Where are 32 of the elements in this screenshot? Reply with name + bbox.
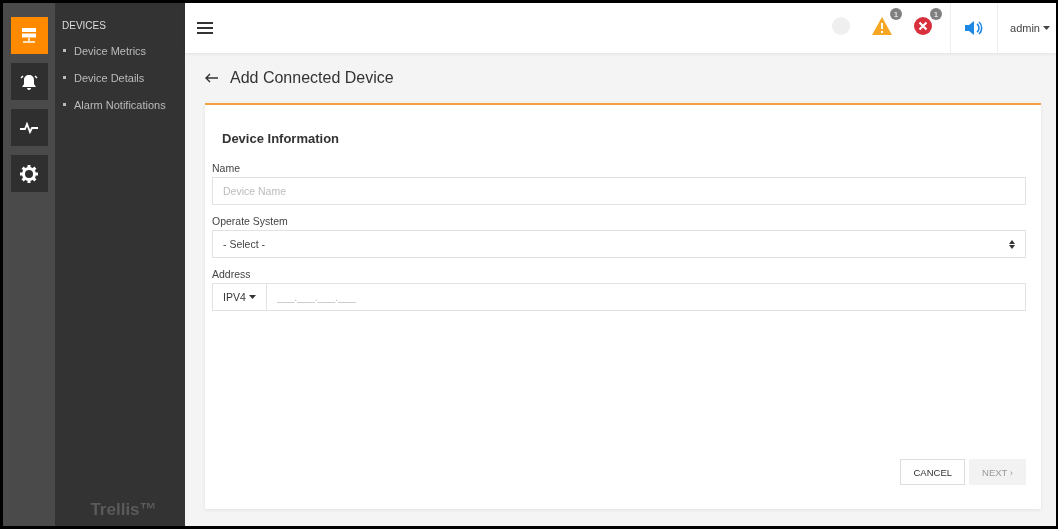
field-label: Operate System [212, 215, 289, 227]
user-menu[interactable]: admin [998, 22, 1056, 34]
nav-rail-button[interactable] [10, 17, 48, 54]
back-arrow-icon[interactable] [205, 73, 218, 83]
count-badge: 1 [930, 8, 943, 20]
sidebar-item[interactable]: Device Details [62, 72, 185, 84]
speaker-icon[interactable] [965, 20, 984, 36]
settings-icon [20, 164, 38, 183]
error-icon[interactable] [914, 17, 933, 35]
section-heading: Device Information [222, 131, 341, 146]
caret-icon [1043, 26, 1050, 30]
field-label: Name [212, 162, 241, 174]
caret-icon [248, 295, 256, 299]
ip-version-dropdown[interactable]: IPV4 [212, 283, 266, 311]
nav-rail-button[interactable] [10, 63, 48, 100]
field-label: Address [212, 268, 252, 280]
sidebar-item[interactable]: Alarm Notifications [62, 99, 185, 111]
form-button[interactable]: CANCEL [900, 459, 966, 485]
bell-icon [19, 72, 39, 91]
page-title: Add Connected Device [230, 69, 394, 87]
nav-rail-button[interactable] [10, 109, 48, 146]
menu-icon[interactable] [197, 22, 213, 34]
nav-rail-button[interactable] [10, 155, 48, 192]
sort-caret-icon [1009, 239, 1015, 249]
select-dropdown[interactable]: - Select - [212, 230, 1026, 258]
address-input-field[interactable]: ___.___.___.___ [265, 283, 1026, 311]
count-badge: 1 [890, 8, 903, 20]
sidebar-item[interactable]: Device Metrics [62, 45, 185, 57]
sidebar-heading: DEVICES [62, 20, 107, 31]
name-input-field[interactable]: Device Name [212, 177, 1026, 205]
pulse-icon [20, 121, 38, 134]
server-icon [20, 26, 38, 45]
